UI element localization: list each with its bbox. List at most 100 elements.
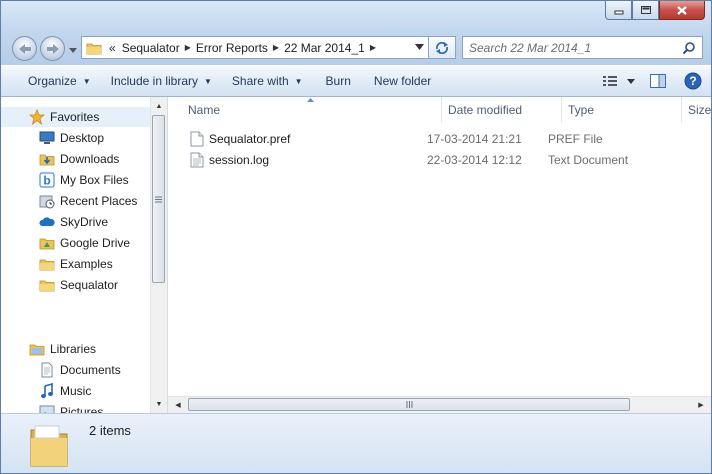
view-options-dropdown[interactable]	[621, 70, 641, 92]
svg-text:?: ?	[689, 74, 696, 88]
nav-item-label: Documents	[60, 363, 121, 377]
include-in-library-button[interactable]: Include in library ▼	[101, 70, 222, 92]
column-size[interactable]: Size	[682, 97, 711, 123]
nav-item-label: Pictures	[60, 405, 104, 413]
desktop-icon	[39, 130, 55, 146]
star-icon	[29, 109, 45, 125]
breadcrumb-separator-icon[interactable]: ▶	[273, 43, 279, 52]
nav-item-skydrive[interactable]: SkyDrive	[39, 212, 108, 232]
burn-button[interactable]: Burn	[313, 70, 364, 92]
text-document-icon	[190, 152, 204, 168]
nav-item-desktop[interactable]: Desktop	[39, 128, 104, 148]
nav-item-label: Music	[60, 384, 92, 398]
grip-icon	[155, 196, 162, 202]
breadcrumb-separator-icon[interactable]: ▶	[370, 43, 376, 52]
column-name[interactable]: Name	[168, 97, 442, 123]
minimize-icon	[614, 10, 623, 15]
address-overflow[interactable]: «	[109, 41, 116, 55]
preview-pane-button[interactable]	[641, 70, 675, 92]
navigation-pane: Favorites Desktop Downloads b My Box Files R…	[1, 97, 150, 413]
search-icon[interactable]	[682, 41, 696, 55]
search-box[interactable]	[462, 36, 703, 59]
sort-ascending-icon	[307, 98, 314, 102]
file-list-pane: Name Date modified Type Size Sequalator.…	[167, 97, 711, 413]
folder-icon	[30, 425, 68, 467]
help-button[interactable]: ?	[675, 70, 711, 92]
share-with-button[interactable]: Share with ▼	[222, 70, 313, 92]
nav-item-label: Recent Places	[60, 194, 138, 208]
new-folder-button[interactable]: New folder	[364, 70, 441, 92]
chevron-down-icon: ▼	[294, 76, 303, 86]
file-list-hscrollbar[interactable]: ◀ ▶	[168, 396, 711, 413]
google-drive-folder-icon	[39, 235, 55, 251]
nav-item-documents[interactable]: Documents	[39, 360, 121, 380]
file-row[interactable]: session.log 22-03-2014 12:12 Text Docume…	[168, 150, 664, 170]
column-size-label: Size	[688, 103, 711, 117]
close-button[interactable]	[659, 1, 705, 20]
file-name-cell: session.log	[168, 152, 423, 168]
breadcrumb-error-reports[interactable]: Error Reports	[196, 41, 268, 55]
nav-item-my-box-files[interactable]: b My Box Files	[39, 170, 129, 190]
scroll-right-icon[interactable]: ▶	[693, 397, 709, 413]
scroll-down-icon[interactable]: ▼	[151, 396, 167, 412]
nav-libraries[interactable]: Libraries	[29, 339, 96, 359]
back-button[interactable]	[12, 36, 37, 61]
svg-text:b: b	[43, 174, 50, 188]
new-folder-label: New folder	[373, 74, 432, 88]
search-input[interactable]	[469, 40, 669, 55]
organize-label: Organize	[28, 74, 77, 88]
column-name-label: Name	[188, 103, 221, 117]
explorer-window: « Sequalator ▶ Error Reports ▶ 22 Mar 20…	[0, 0, 712, 474]
view-controls: ?	[599, 66, 711, 96]
chevron-down-icon: ▼	[204, 76, 212, 86]
scrollbar-thumb[interactable]	[188, 398, 630, 411]
recent-pages-dropdown[interactable]	[68, 45, 78, 55]
forward-button[interactable]	[40, 36, 65, 61]
file-icon	[190, 131, 204, 147]
scroll-up-icon[interactable]: ▲	[151, 98, 167, 114]
share-with-label: Share with	[231, 74, 289, 88]
nav-item-label: Sequalator	[60, 278, 119, 292]
scrollbar-thumb[interactable]	[152, 115, 165, 283]
organize-button[interactable]: Organize ▼	[18, 70, 101, 92]
maximize-button[interactable]	[632, 1, 659, 20]
caption-buttons	[605, 1, 705, 21]
breadcrumb-sequalator[interactable]: Sequalator	[122, 41, 180, 55]
file-type: PREF File	[548, 132, 603, 146]
nav-item-label: Examples	[60, 257, 113, 271]
file-date: 22-03-2014 12:12	[427, 153, 522, 167]
nav-favorites[interactable]: Favorites	[1, 107, 150, 127]
nav-item-pictures[interactable]: Pictures	[39, 402, 103, 413]
item-count: 2 items	[89, 423, 131, 438]
chevron-down-icon	[627, 78, 635, 84]
nav-item-google-drive[interactable]: Google Drive	[39, 233, 130, 253]
file-row[interactable]: Sequalator.pref 17-03-2014 21:21 PREF Fi…	[168, 129, 664, 149]
file-name-cell: Sequalator.pref	[168, 131, 423, 147]
nav-item-examples[interactable]: Examples	[39, 254, 113, 274]
refresh-button[interactable]	[429, 36, 456, 59]
breadcrumb-separator-icon[interactable]: ▶	[185, 43, 191, 52]
minimize-button[interactable]	[605, 1, 632, 20]
nav-item-label: Downloads	[60, 152, 120, 166]
back-arrow-icon	[18, 43, 31, 54]
documents-icon	[39, 362, 55, 378]
nav-item-downloads[interactable]: Downloads	[39, 149, 119, 169]
nav-item-label: Google Drive	[60, 236, 131, 250]
forward-arrow-icon	[46, 43, 59, 54]
nav-item-sequalator[interactable]: Sequalator	[39, 275, 118, 295]
folder-icon	[39, 277, 55, 293]
nav-pane-scrollbar[interactable]: ▲ ▼	[150, 97, 167, 413]
help-icon: ?	[684, 72, 702, 90]
file-type: Text Document	[548, 153, 629, 167]
scroll-left-icon[interactable]: ◀	[170, 397, 186, 413]
address-bar[interactable]: « Sequalator ▶ Error Reports ▶ 22 Mar 20…	[81, 36, 429, 59]
nav-item-music[interactable]: Music	[39, 381, 91, 401]
chevron-down-icon	[69, 47, 77, 53]
nav-item-recent-places[interactable]: Recent Places	[39, 191, 137, 211]
address-dropdown-icon[interactable]	[415, 44, 424, 50]
column-type[interactable]: Type	[562, 97, 682, 123]
music-icon	[39, 383, 55, 399]
column-date-modified[interactable]: Date modified	[442, 97, 562, 123]
breadcrumb-current-folder[interactable]: 22 Mar 2014_1	[284, 41, 365, 55]
change-view-button[interactable]	[599, 70, 621, 92]
